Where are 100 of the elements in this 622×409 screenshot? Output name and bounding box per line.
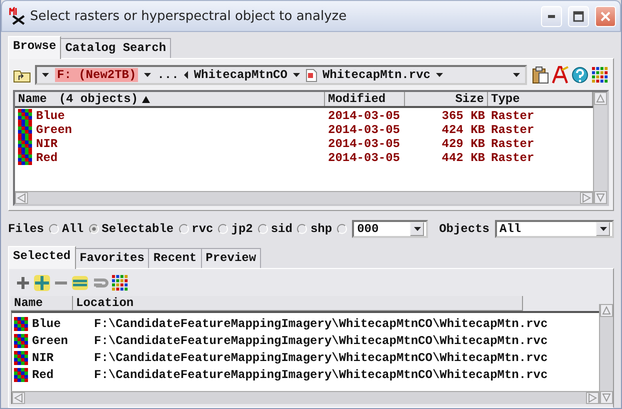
horizontal-scrollbar[interactable] <box>11 391 599 404</box>
caret-icon[interactable] <box>292 72 302 78</box>
object-name[interactable]: Blue <box>36 109 65 123</box>
radio-label[interactable]: rvc <box>192 222 214 236</box>
tab[interactable]: Preview <box>200 248 262 268</box>
modified-date: 2014-03-05 <box>327 151 402 165</box>
vertical-scrollbar[interactable] <box>599 304 613 404</box>
horizontal-scrollbar[interactable] <box>15 191 593 204</box>
object-name[interactable]: NIR <box>36 137 58 151</box>
tab[interactable]: Recent <box>148 248 202 268</box>
radio-button[interactable] <box>297 224 308 234</box>
raster-icon <box>18 109 32 123</box>
object-name[interactable]: Green <box>32 334 90 348</box>
caret-icon[interactable] <box>41 72 50 78</box>
clipboard-icon[interactable] <box>531 66 549 84</box>
raster-icon <box>14 334 28 348</box>
file-size: 442 KB <box>440 151 486 165</box>
modified-date: 2014-03-05 <box>327 109 402 123</box>
path-ellipsis[interactable]: ... <box>157 68 179 82</box>
tab[interactable]: Catalog Search <box>60 38 172 58</box>
radio-button[interactable] <box>218 224 228 234</box>
tab[interactable]: Selected <box>8 246 76 269</box>
object-name[interactable]: NIR <box>32 350 90 364</box>
plus-icon[interactable] <box>33 274 51 292</box>
app-logo-icon <box>8 7 26 25</box>
vertical-scrollbar[interactable] <box>593 92 607 204</box>
file-location: F:\CandidateFeatureMappingImagery\WhitecapMtnCO\WhitecapMtn.rvc <box>94 334 548 348</box>
object-count: (4 objects) <box>58 92 138 106</box>
close-button[interactable] <box>595 6 616 26</box>
scroll-up-arrow-icon[interactable] <box>600 304 613 317</box>
radio-button[interactable] <box>88 224 99 234</box>
dropdown-value: All <box>500 222 522 236</box>
radio-button[interactable] <box>178 224 189 234</box>
raster-icon <box>14 316 28 330</box>
close-icon <box>600 10 611 22</box>
object-name[interactable]: Green <box>36 123 72 137</box>
scroll-left-arrow-icon[interactable] <box>15 192 28 204</box>
column-header[interactable]: Type <box>491 92 520 106</box>
file-location: F:\CandidateFeatureMappingImagery\WhitecapMtnCO\WhitecapMtn.rvc <box>94 316 548 330</box>
dropdown-arrow-icon[interactable] <box>512 72 521 78</box>
dot-grid-icon[interactable] <box>111 274 129 292</box>
radio-label[interactable]: sid <box>270 222 292 236</box>
path-field[interactable]: F: (New2TB) ... WhitecapMtnCO WhitecapMtn.rvc <box>35 65 527 85</box>
raster-icon <box>18 137 32 151</box>
scroll-right-arrow-icon[interactable] <box>586 392 599 404</box>
scroll-down-arrow-icon[interactable] <box>600 391 613 404</box>
raster-icon <box>18 123 32 137</box>
radio-label[interactable]: All <box>62 222 84 236</box>
column-header[interactable]: Location <box>73 296 523 311</box>
plus-icon[interactable] <box>15 275 31 291</box>
caret-icon[interactable] <box>143 72 152 78</box>
file-location: F:\CandidateFeatureMappingImagery\WhitecapMtnCO\WhitecapMtn.rvc <box>94 368 548 382</box>
minimize-button[interactable] <box>541 6 562 26</box>
sort-ascending-icon[interactable] <box>142 96 150 102</box>
object-type: Raster <box>490 137 536 151</box>
radio-label[interactable]: shp <box>310 222 332 236</box>
modified-date: 2014-03-05 <box>327 137 402 151</box>
file-size: 365 KB <box>440 109 486 123</box>
drive-label[interactable]: F: (New2TB) <box>55 68 138 82</box>
caret-icon[interactable] <box>435 72 444 78</box>
radio-button[interactable] <box>49 224 60 234</box>
object-name[interactable]: Red <box>32 368 90 382</box>
column-header[interactable]: Name <box>11 296 73 311</box>
help-icon[interactable] <box>571 66 589 84</box>
radio-label[interactable]: Selectable <box>102 222 174 236</box>
file-icon <box>306 68 318 82</box>
folder-label[interactable]: WhitecapMtnCO <box>194 68 288 82</box>
dropdown-value: 000 <box>357 222 379 236</box>
scroll-right-arrow-icon[interactable] <box>580 192 593 204</box>
file-label[interactable]: WhitecapMtn.rvc <box>322 68 430 82</box>
font-icon[interactable] <box>551 66 569 84</box>
object-name[interactable]: Red <box>36 151 58 165</box>
radio-label[interactable]: jp2 <box>231 222 253 236</box>
objects-dropdown[interactable]: All <box>494 220 614 238</box>
object-type: Raster <box>490 123 536 137</box>
column-header[interactable]: Size <box>455 92 484 106</box>
object-name[interactable]: Blue <box>32 316 90 330</box>
radio-button[interactable] <box>258 224 268 234</box>
files-label: Files <box>8 222 44 236</box>
file-size: 429 KB <box>440 137 486 151</box>
extension-dropdown[interactable]: 000 <box>352 220 428 238</box>
minimize-icon <box>548 14 555 18</box>
objects-label: Objects <box>439 222 490 236</box>
dot-grid-icon[interactable] <box>591 66 609 84</box>
scroll-up-arrow-icon[interactable] <box>594 92 607 105</box>
raster-icon <box>14 350 28 364</box>
tab[interactable]: Favorites <box>74 248 150 268</box>
equals-icon[interactable] <box>71 274 89 292</box>
file-location: F:\CandidateFeatureMappingImagery\WhitecapMtnCO\WhitecapMtn.rvc <box>94 350 548 364</box>
column-header[interactable]: Modified <box>328 92 386 106</box>
dropdown-arrow-icon[interactable] <box>412 226 422 232</box>
object-type: Raster <box>490 109 536 123</box>
window-title: Select rasters or hyperspectral object to analyze <box>30 8 348 24</box>
maximize-button[interactable] <box>568 6 589 26</box>
tab[interactable]: Browse <box>8 36 62 59</box>
dropdown-arrow-icon[interactable] <box>598 226 608 232</box>
scroll-left-arrow-icon[interactable] <box>12 392 25 404</box>
scroll-down-arrow-icon[interactable] <box>594 191 607 204</box>
radio-button[interactable] <box>337 224 348 234</box>
column-header[interactable]: Name <box>18 92 47 106</box>
